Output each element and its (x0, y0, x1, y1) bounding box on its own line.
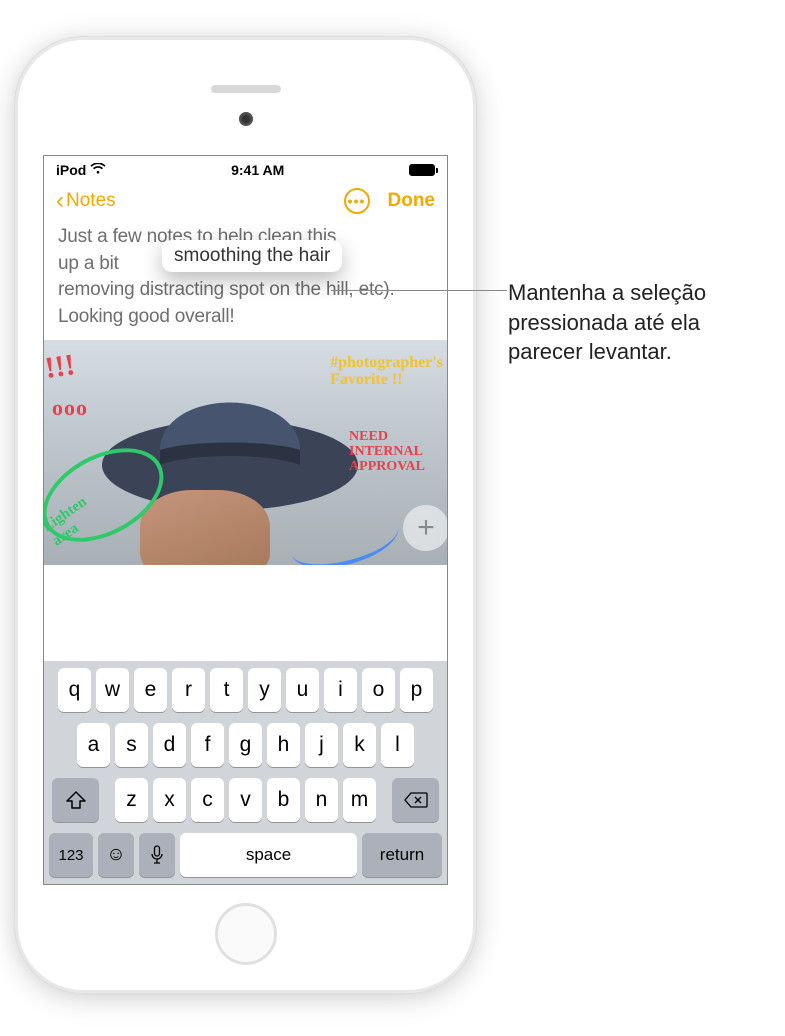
plus-icon: + (417, 511, 435, 545)
key-numbers[interactable]: 123 (49, 833, 93, 877)
back-button[interactable]: ‹ Notes (56, 190, 116, 212)
key-m[interactable]: m (343, 778, 376, 822)
key-space[interactable]: space (180, 833, 357, 877)
more-button[interactable]: ••• (344, 188, 370, 214)
device-frame: iPod 9:41 AM ‹ Notes ••• Done (18, 40, 473, 990)
key-r[interactable]: r (172, 668, 205, 712)
done-button[interactable]: Done (388, 190, 436, 212)
lifted-selection[interactable]: smoothing the hair (162, 240, 342, 272)
key-e[interactable]: e (134, 668, 167, 712)
wifi-icon (90, 162, 106, 178)
annotation-exclamation: !!! (43, 348, 77, 386)
screen: iPod 9:41 AM ‹ Notes ••• Done (43, 155, 448, 885)
emoji-icon: ☺ (106, 844, 125, 866)
battery-icon (409, 164, 435, 176)
backspace-icon (404, 792, 428, 808)
key-y[interactable]: y (248, 668, 281, 712)
callout-text: Mantenha a seleção pressionada até ela p… (508, 278, 768, 367)
keyboard: q w e r t y u i o p a s d f g h j k l (44, 661, 447, 884)
key-x[interactable]: x (153, 778, 186, 822)
key-k[interactable]: k (343, 723, 376, 767)
key-p[interactable]: p (400, 668, 433, 712)
mic-icon (150, 845, 164, 865)
key-dictate[interactable] (139, 833, 175, 877)
key-g[interactable]: g (229, 723, 262, 767)
lifted-text: smoothing the hair (174, 245, 330, 266)
annotation-circles: ooo (52, 395, 88, 421)
key-shift[interactable] (52, 778, 99, 822)
key-d[interactable]: d (153, 723, 186, 767)
clock: 9:41 AM (231, 162, 284, 178)
nav-bar: ‹ Notes ••• Done (44, 180, 447, 224)
face-drawing (140, 490, 270, 565)
key-a[interactable]: a (77, 723, 110, 767)
annotation-favorite: #photographer'sFavorite !! (330, 355, 443, 389)
ellipsis-icon: ••• (348, 193, 366, 209)
callout-line (331, 290, 507, 291)
key-b[interactable]: b (267, 778, 300, 822)
key-n[interactable]: n (305, 778, 338, 822)
add-attachment-button[interactable]: + (403, 505, 448, 551)
key-w[interactable]: w (96, 668, 129, 712)
key-return[interactable]: return (362, 833, 442, 877)
chevron-left-icon: ‹ (56, 191, 64, 210)
home-button[interactable] (215, 903, 277, 965)
key-c[interactable]: c (191, 778, 224, 822)
key-l[interactable]: l (381, 723, 414, 767)
key-u[interactable]: u (286, 668, 319, 712)
shift-icon (66, 791, 86, 809)
key-f[interactable]: f (191, 723, 224, 767)
back-label: Notes (66, 190, 116, 212)
key-backspace[interactable] (392, 778, 439, 822)
status-bar: iPod 9:41 AM (44, 156, 447, 180)
key-q[interactable]: q (58, 668, 91, 712)
key-z[interactable]: z (115, 778, 148, 822)
key-o[interactable]: o (362, 668, 395, 712)
annotation-need-approval: NEEDINTERNALAPPROVAL (349, 430, 425, 474)
key-emoji[interactable]: ☺ (98, 833, 134, 877)
key-s[interactable]: s (115, 723, 148, 767)
key-i[interactable]: i (324, 668, 357, 712)
key-j[interactable]: j (305, 723, 338, 767)
device-camera (239, 112, 253, 126)
key-v[interactable]: v (229, 778, 262, 822)
key-h[interactable]: h (267, 723, 300, 767)
key-t[interactable]: t (210, 668, 243, 712)
note-image[interactable]: !!! ooo #photographer'sFavorite !! NEEDI… (43, 340, 448, 565)
carrier-label: iPod (56, 162, 86, 178)
